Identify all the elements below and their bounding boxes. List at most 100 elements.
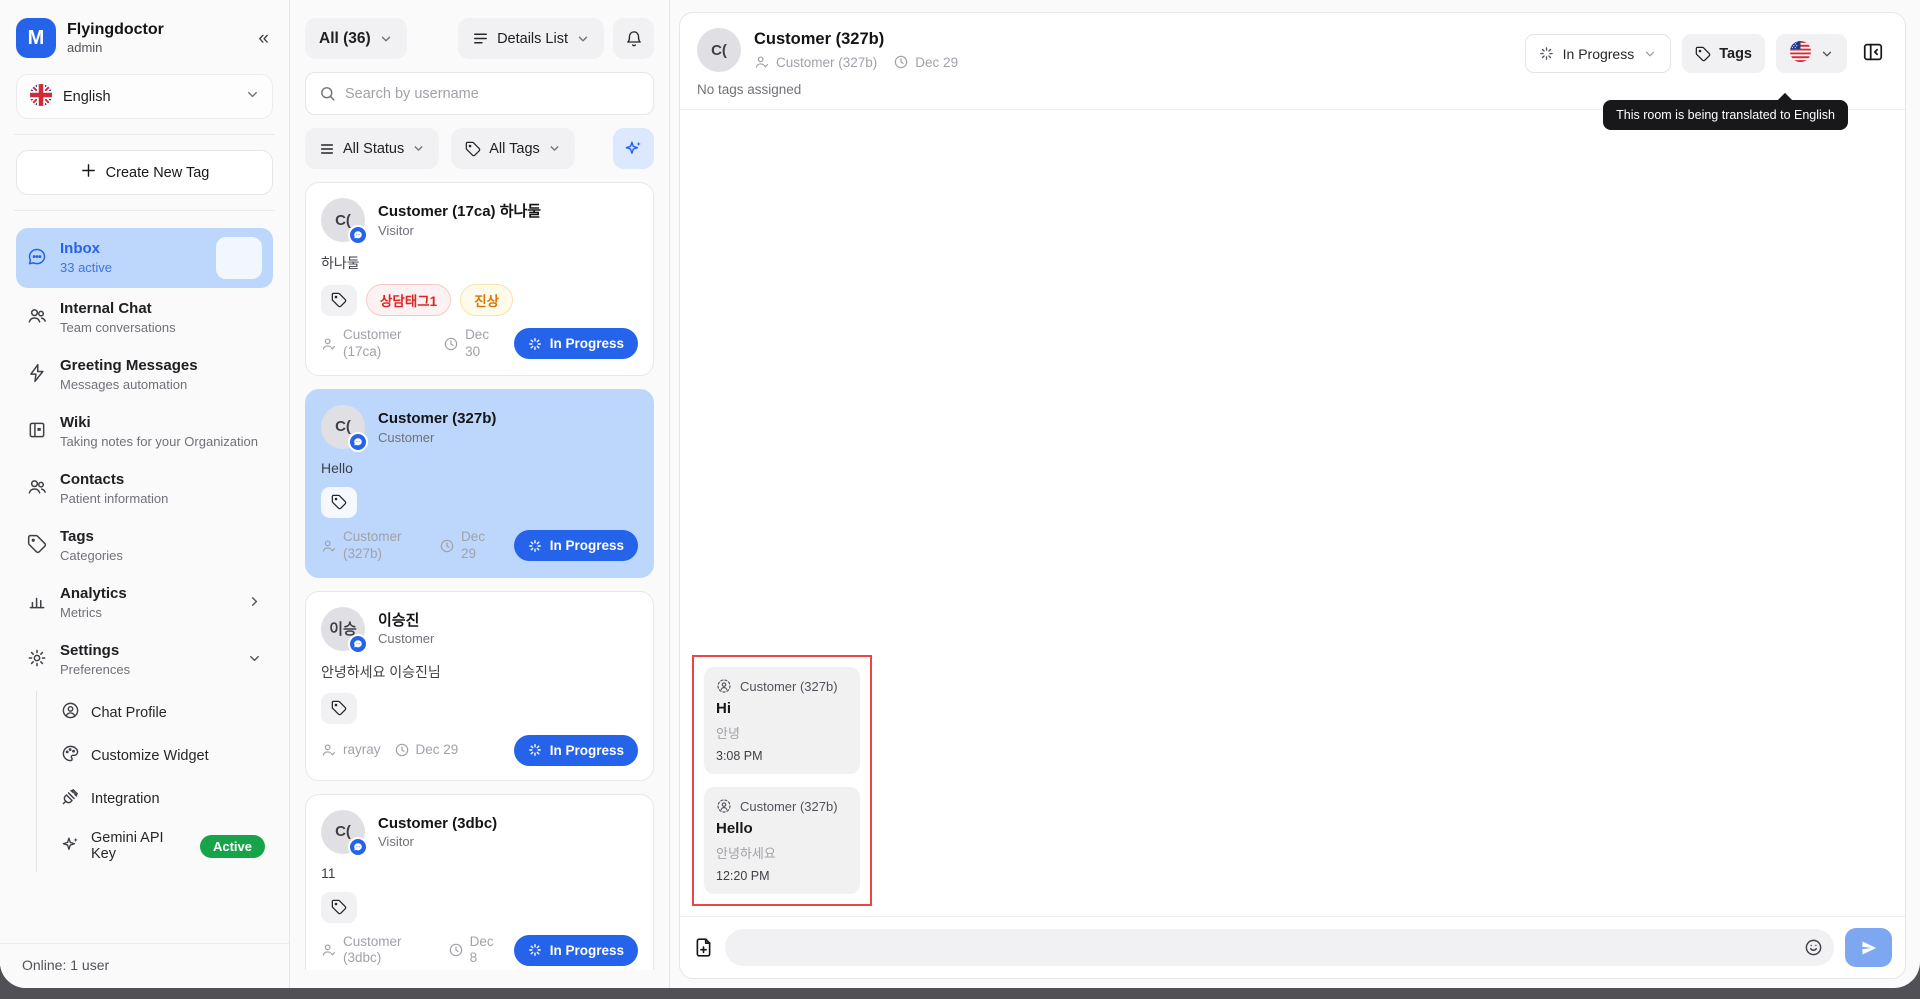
chat-channel-badge [348, 225, 368, 245]
nav-label: Inbox [60, 239, 112, 259]
divider [14, 134, 275, 135]
tags-filter-dropdown[interactable]: All Tags [451, 128, 575, 169]
customer-role: Customer [378, 430, 496, 445]
spinner-icon [528, 743, 542, 757]
translation-tooltip: This room is being translated to English [1603, 100, 1848, 130]
search-input[interactable] [345, 86, 640, 102]
sidebar-item-integration[interactable]: Integration [37, 777, 273, 820]
plug-icon [61, 787, 80, 810]
spinner-icon [528, 539, 542, 553]
collapse-sidebar-button[interactable]: « [254, 25, 273, 52]
view-mode-dropdown[interactable]: Details List [458, 18, 604, 59]
message-input[interactable] [740, 940, 1804, 956]
no-tags-text: No tags assigned [697, 82, 1888, 97]
nav-sublabel: Taking notes for your Organization [60, 433, 258, 451]
sidebar-item-gemini-api-key[interactable]: Gemini API Key Active [37, 820, 273, 872]
sidebar-item-chat-profile[interactable]: Chat Profile [37, 691, 273, 734]
bell-icon [625, 30, 643, 48]
chat-avatar: C( [697, 28, 741, 72]
status-pill[interactable]: In Progress [514, 935, 638, 966]
room-status-dropdown[interactable]: In Progress [1525, 34, 1672, 73]
divider [14, 210, 275, 211]
translation-language-dropdown[interactable] [1776, 34, 1847, 73]
clock-icon [394, 742, 410, 758]
customer-name: Customer (3dbc) [378, 814, 497, 834]
chevron-down-icon [247, 651, 262, 669]
sidebar-item-contacts[interactable]: Contacts Patient information [16, 461, 273, 516]
nav-sublabel: Categories [60, 547, 123, 565]
sidebar-item-analytics[interactable]: Analytics Metrics [16, 575, 273, 630]
conversation-card[interactable]: C( Customer (3dbc) Visitor 11 [305, 794, 654, 971]
user-icon [754, 54, 770, 70]
tags-button[interactable]: Tags [1682, 34, 1765, 73]
last-message-preview: 11 [321, 865, 638, 881]
user-icon [321, 538, 337, 554]
zap-icon [27, 363, 47, 386]
sidebar-item-greeting-messages[interactable]: Greeting Messages Messages automation [16, 347, 273, 402]
date: Dec 8 [448, 934, 501, 968]
tag-icon-chip[interactable] [321, 487, 357, 518]
spinner-icon [528, 943, 542, 957]
tag-icon-chip[interactable] [321, 285, 357, 316]
customer-name: Customer (327b) [378, 409, 496, 429]
chat-title: Customer (327b) [754, 30, 958, 49]
message-original-text: 안녕 [716, 723, 848, 742]
sidebar-item-inbox[interactable]: Inbox 33 active [16, 228, 273, 288]
chat-channel-badge [348, 634, 368, 654]
status-pill[interactable]: In Progress [514, 328, 638, 359]
chevron-down-icon [548, 142, 561, 155]
date: Dec 30 [443, 327, 501, 361]
message-text: Hi [716, 700, 848, 717]
tag-icon-chip[interactable] [321, 693, 357, 724]
chevron-down-icon [576, 32, 590, 46]
sidebar-item-internal-chat[interactable]: Internal Chat Team conversations [16, 290, 273, 345]
user-icon [321, 336, 337, 352]
list-icon [472, 30, 489, 47]
user-icon [321, 942, 337, 958]
assignee: Customer (17ca) [321, 327, 430, 361]
tag-pill[interactable]: 상담태그1 [366, 284, 451, 316]
send-button[interactable] [1845, 928, 1892, 967]
message-bubble: Customer (327b) Hi 안녕 3:08 PM [704, 667, 860, 774]
tag-icon-chip[interactable] [321, 892, 357, 923]
org-name: Flyingdoctor [67, 21, 164, 39]
inbox-hover-pill [216, 237, 262, 279]
tag-icon [331, 899, 347, 915]
sidebar-item-customize-widget[interactable]: Customize Widget [37, 734, 273, 777]
nav-label: Tags [60, 527, 123, 547]
sidebar-item-wiki[interactable]: Wiki Taking notes for your Organization [16, 404, 273, 459]
sidebar-item-settings[interactable]: Settings Preferences [16, 632, 273, 687]
create-new-tag-button[interactable]: Create New Tag [16, 150, 273, 195]
collapse-panel-button[interactable] [1858, 37, 1888, 70]
attach-file-button[interactable] [693, 937, 714, 958]
tag-icon [27, 534, 47, 557]
sidebar-item-tags[interactable]: Tags Categories [16, 518, 273, 573]
tag-pill[interactable]: 진상 [460, 284, 513, 316]
message-time: 12:20 PM [716, 869, 848, 883]
bar-chart-icon [27, 591, 47, 614]
date: Dec 29 [439, 529, 497, 563]
status-pill[interactable]: In Progress [514, 530, 638, 561]
emoji-button[interactable] [1804, 938, 1823, 957]
scope-filter-dropdown[interactable]: All (36) [305, 18, 407, 59]
messages-area[interactable]: Customer (327b) Hi 안녕 3:08 PM Customer (… [680, 110, 1905, 916]
date: Dec 29 [394, 742, 459, 759]
spinner-icon [528, 337, 542, 351]
status-pill[interactable]: In Progress [514, 735, 638, 766]
status-filter-dropdown[interactable]: All Status [305, 128, 439, 169]
ai-filter-button[interactable] [613, 128, 654, 169]
org-logo: M [16, 18, 56, 58]
highlighted-messages-box: Customer (327b) Hi 안녕 3:08 PM Customer (… [692, 655, 872, 906]
app-window: M Flyingdoctor admin « English [0, 0, 1920, 988]
notifications-button[interactable] [613, 18, 654, 59]
palette-icon [61, 744, 80, 767]
user-icon [321, 742, 337, 758]
conversation-card-selected[interactable]: C( Customer (327b) Customer Hello [305, 389, 654, 578]
clock-icon [448, 942, 464, 958]
conversation-card[interactable]: 이승 이승진 Customer 안녕하세요 이승진님 [305, 591, 654, 781]
message-time: 3:08 PM [716, 749, 848, 763]
language-selector[interactable]: English [16, 74, 273, 119]
conversation-card[interactable]: C( Customer (17ca) 하나둘 Visitor 하나둘 [305, 182, 654, 376]
chat-bubble-icon [27, 247, 47, 270]
conversation-cards: C( Customer (17ca) 하나둘 Visitor 하나둘 [305, 182, 654, 970]
